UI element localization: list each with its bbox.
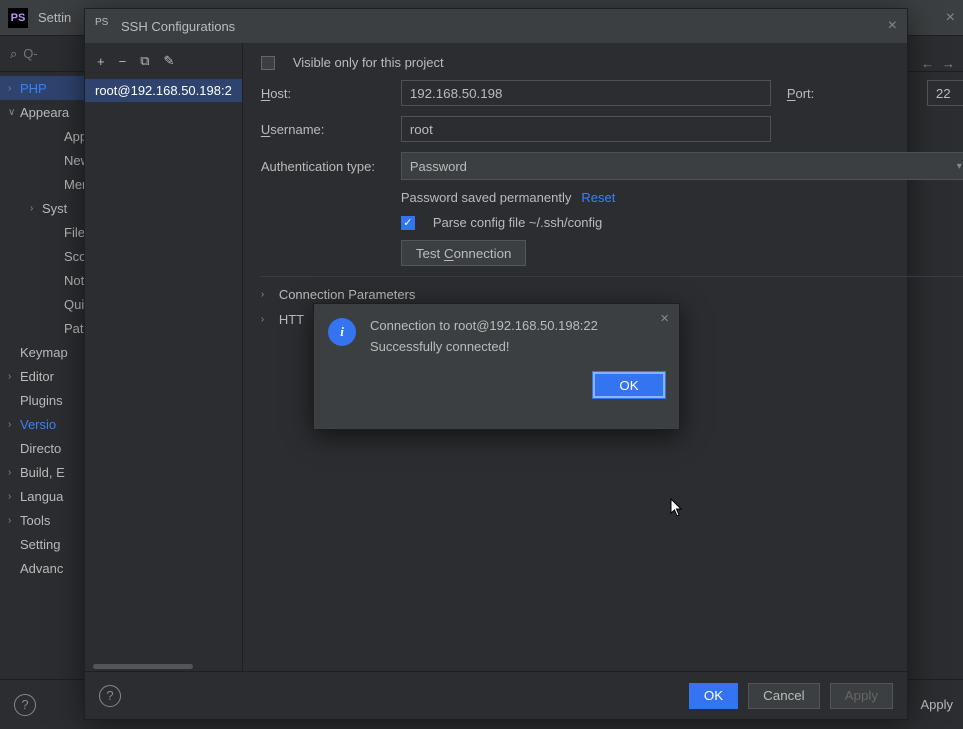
apply-button[interactable]: Apply — [830, 683, 893, 709]
parse-config-checkbox[interactable] — [401, 216, 415, 230]
cancel-button[interactable]: Cancel — [748, 683, 820, 709]
chevron-down-icon: ▾ — [957, 161, 962, 172]
edit-icon[interactable]: ✎ — [163, 53, 174, 69]
tree-item-label: Tools — [20, 513, 50, 528]
ssh-config-item[interactable]: root@192.168.50.198:2 — [85, 79, 242, 102]
chevron-icon: ∨ — [8, 107, 20, 118]
search-icon: ⌕ — [10, 46, 17, 62]
visible-only-checkbox[interactable] — [261, 56, 275, 70]
tree-item-label: Plugins — [20, 393, 63, 408]
chevron-right-icon: › — [261, 289, 273, 300]
ok-button[interactable]: OK — [593, 372, 665, 398]
chevron-icon: › — [8, 491, 20, 502]
parse-config-label: Parse config file ~/.ssh/config — [433, 215, 602, 230]
port-label: Port: — [787, 86, 917, 101]
chevron-icon: › — [8, 371, 20, 382]
help-icon[interactable]: ? — [99, 685, 121, 707]
auth-type-label: Authentication type: — [261, 159, 391, 174]
tree-item-label: Advanc — [20, 561, 63, 576]
ok-button[interactable]: OK — [689, 683, 738, 709]
tree-item-label: Versio — [20, 417, 56, 432]
test-connection-button[interactable]: Test Connection — [401, 240, 527, 266]
tree-item-label: Build, E — [20, 465, 65, 480]
horizontal-scrollbar[interactable] — [85, 663, 242, 671]
chevron-icon: › — [8, 83, 20, 94]
port-input[interactable] — [927, 80, 963, 106]
ssh-config-list-panel: + − ⧉ ✎ root@192.168.50.198:2 — [85, 43, 243, 671]
chevron-icon: › — [8, 467, 20, 478]
ssh-config-list[interactable]: root@192.168.50.198:2 — [85, 79, 242, 663]
help-icon[interactable]: ? — [14, 694, 36, 716]
tree-item-label: Directo — [20, 441, 61, 456]
info-icon: i — [328, 318, 356, 346]
ssh-titlebar: PS SSH Configurations × — [85, 9, 907, 43]
popup-message: Successfully connected! — [370, 339, 665, 354]
ssh-list-toolbar: + − ⧉ ✎ — [85, 43, 242, 79]
tree-item-label: Editor — [20, 369, 54, 384]
close-icon[interactable]: × — [946, 9, 955, 27]
username-input[interactable] — [401, 116, 771, 142]
chevron-right-icon: › — [261, 314, 273, 325]
phpstorm-logo-icon: PS — [8, 8, 28, 28]
section-label: Connection Parameters — [279, 287, 416, 302]
settings-title: Settin — [38, 10, 71, 25]
reset-link[interactable]: Reset — [581, 190, 615, 205]
tree-item-label: Langua — [20, 489, 63, 504]
tree-item-label: Appeara — [20, 105, 69, 120]
phpstorm-logo-icon: PS — [95, 17, 113, 35]
close-icon[interactable]: × — [660, 310, 669, 327]
remove-icon[interactable]: − — [119, 54, 127, 69]
auth-type-select[interactable]: Password ▾ — [401, 152, 963, 180]
apply-label-bg: Apply — [920, 697, 953, 712]
connection-result-popup: i Connection to root@192.168.50.198:22 S… — [313, 303, 680, 430]
popup-title: Connection to root@192.168.50.198:22 — [370, 318, 665, 333]
visible-only-label: Visible only for this project — [293, 55, 444, 70]
host-label: Host: — [261, 86, 391, 101]
auth-type-value: Password — [410, 159, 467, 174]
tree-item-label: Syst — [42, 201, 67, 216]
password-saved-text: Password saved permanently — [401, 190, 572, 205]
section-label: HTT — [279, 312, 304, 327]
close-icon[interactable]: × — [888, 17, 897, 35]
host-input[interactable] — [401, 80, 771, 106]
tree-item-label: Setting — [20, 537, 60, 552]
chevron-icon: › — [8, 515, 20, 526]
username-label: Username: — [261, 122, 391, 137]
copy-icon[interactable]: ⧉ — [140, 53, 149, 69]
ssh-dialog-footer: ? OK Cancel Apply — [85, 671, 907, 719]
add-icon[interactable]: + — [97, 54, 105, 69]
tree-item-label: PHP — [20, 81, 47, 96]
chevron-icon: › — [30, 203, 42, 214]
tree-item-label: Keymap — [20, 345, 68, 360]
tree-item-label: File — [64, 225, 85, 240]
ssh-dialog-title: SSH Configurations — [121, 19, 235, 34]
chevron-icon: › — [8, 419, 20, 430]
